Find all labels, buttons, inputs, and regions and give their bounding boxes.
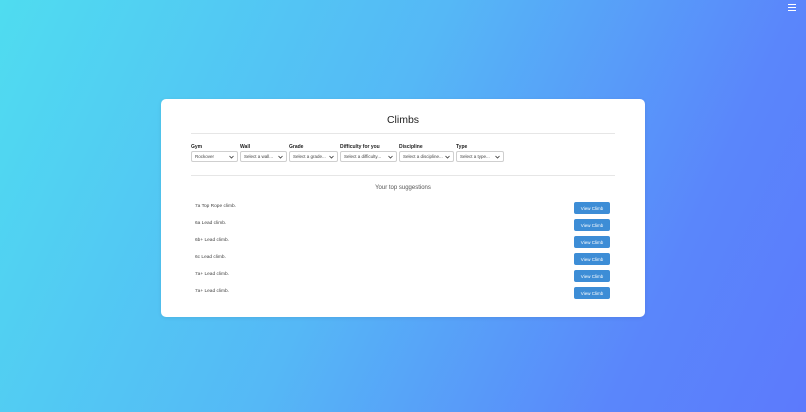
gym-select-value: Rockover <box>195 154 215 159</box>
filter-label-discipline: Discipline <box>399 144 423 150</box>
filter-grade: Grade Select a grade... <box>289 143 338 162</box>
page-title: Climbs <box>386 114 420 126</box>
climb-name: 6a Lead climb. <box>195 221 227 226</box>
chevron-down-icon <box>495 155 500 159</box>
filter-label-grade: Grade <box>289 144 304 150</box>
difficulty-select-value: Select a difficulty... <box>344 154 382 159</box>
filter-wall: Wall Select a wall... <box>240 143 287 162</box>
view-climb-button[interactable]: View Climb <box>574 270 610 282</box>
filter-label-type: Type <box>456 144 468 150</box>
discipline-select-value: Select a discipline... <box>403 154 443 159</box>
type-select-value: Select a type... <box>460 154 490 159</box>
chevron-down-icon <box>278 155 283 159</box>
wall-select[interactable]: Select a wall... <box>240 151 287 162</box>
divider <box>191 175 615 176</box>
filter-bar: Gym Rockover Wall Select a wall... Grade… <box>191 143 506 162</box>
view-climb-button[interactable]: View Climb <box>574 236 610 248</box>
suggestions-list: 7a Top Rope climb. View Climb 6a Lead cl… <box>195 202 610 304</box>
filter-gym: Gym Rockover <box>191 143 238 162</box>
list-item: 6c Lead climb. View Climb <box>195 253 610 270</box>
difficulty-select[interactable]: Select a difficulty... <box>340 151 397 162</box>
climbs-card: Climbs Gym Rockover Wall Select a wall..… <box>161 99 645 317</box>
filter-discipline: Discipline Select a discipline... <box>399 143 454 162</box>
filter-difficulty: Difficulty for you Select a difficulty..… <box>340 143 397 162</box>
climb-name: 6b+ Lead climb. <box>195 238 229 243</box>
menu-icon[interactable] <box>788 4 796 11</box>
list-item: 7a+ Lead climb. View Climb <box>195 287 610 304</box>
chevron-down-icon <box>388 155 393 159</box>
climb-name: 7a Top Rope climb. <box>195 204 236 209</box>
wall-select-value: Select a wall... <box>244 154 274 159</box>
view-climb-button[interactable]: View Climb <box>574 287 610 299</box>
grade-select[interactable]: Select a grade... <box>289 151 338 162</box>
filter-label-difficulty: Difficulty for you <box>340 144 380 150</box>
filter-label-gym: Gym <box>191 144 203 150</box>
list-item: 6b+ Lead climb. View Climb <box>195 236 610 253</box>
climb-name: 7a+ Lead climb. <box>195 272 229 277</box>
filter-label-wall: Wall <box>240 144 251 150</box>
climb-name: 7a+ Lead climb. <box>195 289 229 294</box>
suggestions-heading: Your top suggestions <box>375 185 431 191</box>
list-item: 6a Lead climb. View Climb <box>195 219 610 236</box>
list-item: 7a+ Lead climb. View Climb <box>195 270 610 287</box>
view-climb-button[interactable]: View Climb <box>574 219 610 231</box>
view-climb-button[interactable]: View Climb <box>574 253 610 265</box>
chevron-down-icon <box>329 155 334 159</box>
chevron-down-icon <box>445 155 450 159</box>
divider <box>191 133 615 134</box>
list-item: 7a Top Rope climb. View Climb <box>195 202 610 219</box>
discipline-select[interactable]: Select a discipline... <box>399 151 454 162</box>
chevron-down-icon <box>229 155 234 159</box>
grade-select-value: Select a grade... <box>293 154 326 159</box>
gym-select[interactable]: Rockover <box>191 151 238 162</box>
climb-name: 6c Lead climb. <box>195 255 226 260</box>
type-select[interactable]: Select a type... <box>456 151 504 162</box>
filter-type: Type Select a type... <box>456 143 504 162</box>
view-climb-button[interactable]: View Climb <box>574 202 610 214</box>
